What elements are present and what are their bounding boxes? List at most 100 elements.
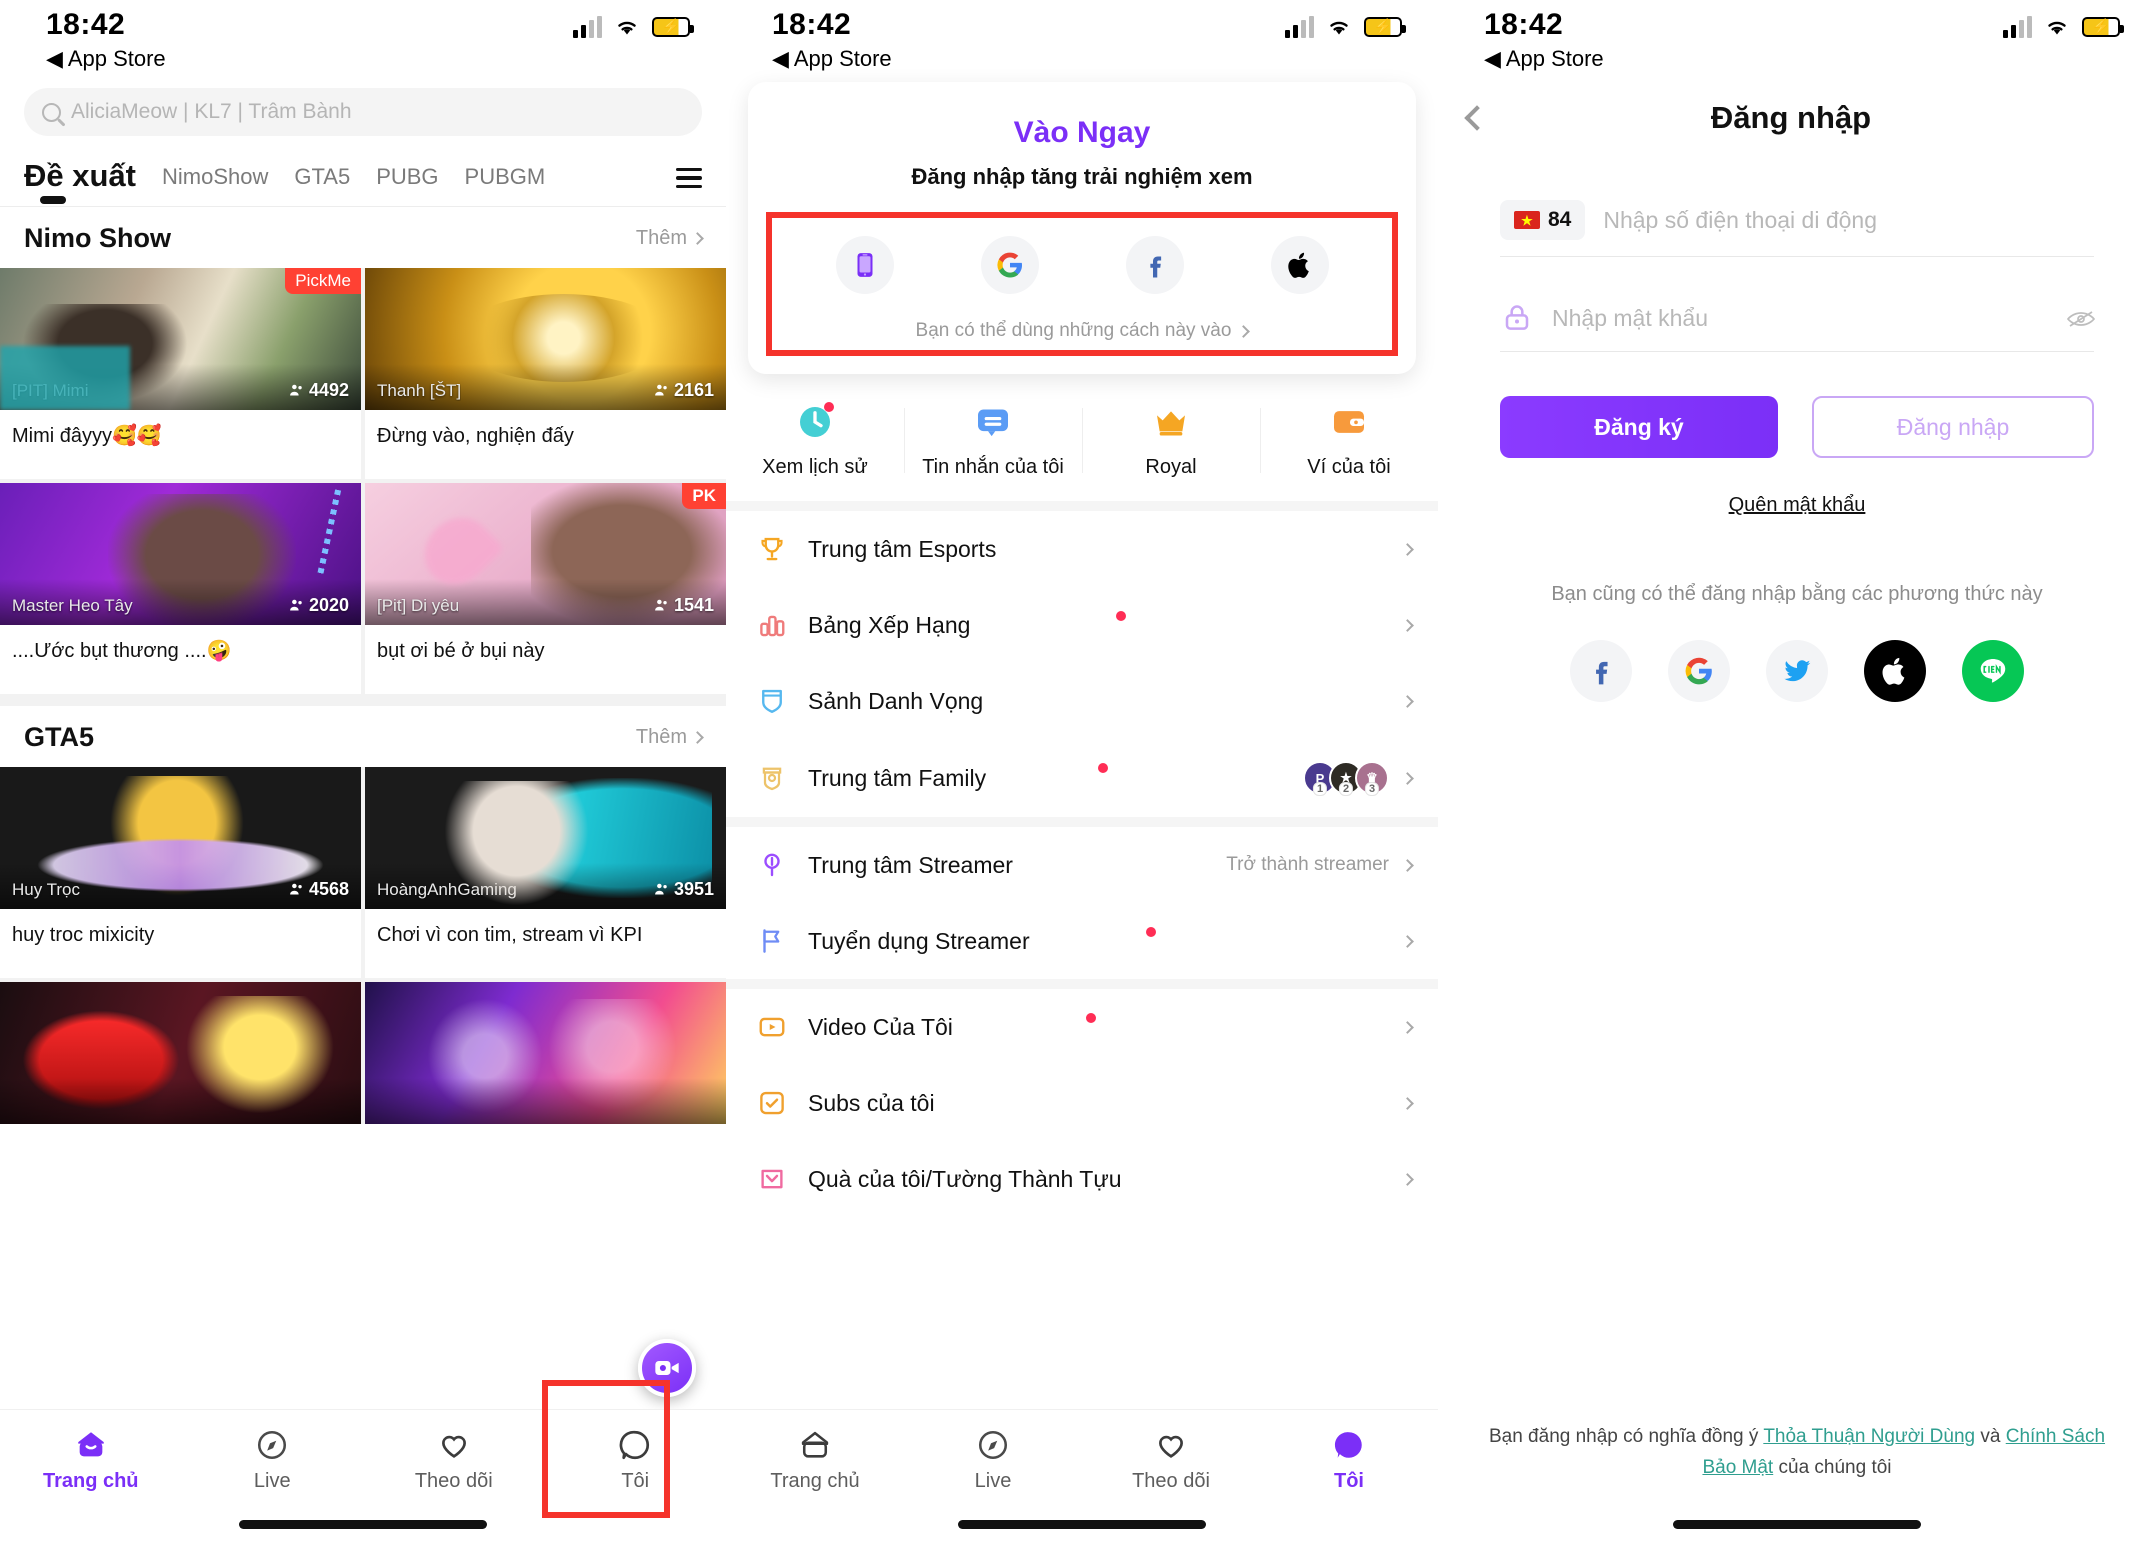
stream-card[interactable]: Master Heo Tây 2020 ....Ước bụt thương .… (0, 483, 361, 694)
menu-item-trung-tam-streamer[interactable]: Trung tâm Streamer Trở thành streamer (726, 827, 1438, 903)
section-header-gta5: GTA5 Thêm (0, 706, 726, 767)
shield-icon (756, 685, 788, 717)
nav-live[interactable]: Live (182, 1410, 364, 1510)
eye-off-icon[interactable] (2066, 309, 2096, 327)
menu-item-label: Tuyển dụng Streamer (808, 927, 1030, 954)
login-card-subtitle: Đăng nhập tăng trải nghiệm xem (911, 164, 1253, 189)
phone-field-row: ★ 84 Nhập số điện thoại di động (1500, 200, 2094, 257)
menu-item-bang-xep-hang[interactable]: Bảng Xếp Hạng (726, 587, 1438, 663)
menu-item-video-cua-toi[interactable]: Video Của Tôi (726, 989, 1438, 1065)
streamer-name: Huy Trọc (12, 880, 81, 899)
nav-toi[interactable]: Tôi (545, 1410, 727, 1510)
chevron-right-icon (1401, 1020, 1414, 1034)
message-icon (973, 402, 1013, 442)
menu-item-subs-cua-toi[interactable]: Subs của tôi (726, 1065, 1438, 1141)
mic-icon (756, 849, 788, 881)
social-login-highlight: Bạn có thể dùng những cách này vào (766, 212, 1398, 356)
menu-item-trung-tam-esports[interactable]: Trung tâm Esports (726, 511, 1438, 587)
stream-card[interactable]: Huy Trọc 4568 huy troc mixicity (0, 767, 361, 978)
menu-item-sanh-danh-vong[interactable]: Sảnh Danh Vọng (726, 663, 1438, 739)
status-indicators: ⚡ (573, 16, 694, 38)
section-more-button[interactable]: Thêm (636, 227, 704, 250)
stream-grid-gta5: Huy Trọc 4568 huy troc mixicity HoàngAnh… (0, 767, 726, 1124)
go-live-button[interactable] (638, 1339, 696, 1397)
stream-card[interactable] (0, 982, 361, 1124)
quick-action-vi[interactable]: Ví của tôi (1260, 402, 1438, 479)
stream-thumbnail: PickMe [PIT] Mimi 4492 (0, 268, 361, 410)
screenshot-stage: 18:42 ◀ App Store ⚡ AliciaMeow | KL7 | T… (0, 0, 2156, 1547)
login-prompt-card: Vào Ngay Đăng nhập tăng trải nghiệm xem (748, 82, 1416, 374)
menu-group-1: Trung tâm Esports Bảng Xếp Hạng Sảnh Dan… (726, 511, 1438, 817)
chevron-right-icon (1401, 542, 1414, 556)
family-icon (756, 762, 788, 794)
viewer-count: 2161 (653, 380, 714, 401)
camera-live-icon (655, 1361, 679, 1375)
tab-nimoshow[interactable]: NimoShow (162, 164, 268, 204)
streamer-name: [PIT] Mimi (12, 381, 89, 400)
crown-icon (1151, 402, 1191, 442)
search-input[interactable]: AliciaMeow | KL7 | Trâm Bành (24, 88, 702, 136)
country-code-select[interactable]: ★ 84 (1500, 200, 1586, 240)
menu-item-qua-cua-toi[interactable]: Quà của tôi/Tường Thành Tựu (726, 1141, 1438, 1217)
quick-action-xem-lich-su[interactable]: Xem lịch sử (726, 402, 904, 479)
tab-pubgm[interactable]: PUBGM (465, 164, 546, 204)
terms-footer: Bạn đăng nhập có nghĩa đồng ý Thỏa Thuận… (1438, 1422, 2156, 1483)
login-facebook-button[interactable] (1570, 640, 1632, 702)
status-time: 18:42 (46, 8, 126, 41)
login-twitter-button[interactable] (1766, 640, 1828, 702)
nav-label: Theo dõi (414, 1469, 493, 1492)
streamer-name: [Pit] Di yêu (377, 596, 460, 615)
section-title: GTA5 (24, 722, 95, 752)
login-button[interactable]: Đăng nhập (1812, 396, 2094, 458)
status-back-app: ◀ App Store (46, 46, 166, 71)
tab-de-xuat[interactable]: Đề xuất (24, 158, 136, 204)
status-back-app: ◀ App Store (772, 46, 892, 71)
home-indicator (958, 1520, 1206, 1529)
compass-icon (258, 1430, 287, 1459)
stream-card[interactable]: Thanh [ŠT] 2161 Đừng vào, nghiện đấy (365, 268, 726, 479)
password-input[interactable]: Nhập mật khẩu (1552, 305, 2048, 332)
nav-trang-chu[interactable]: Trang chủ (726, 1410, 904, 1510)
menu-item-tuyen-dung-streamer[interactable]: Tuyển dụng Streamer (726, 903, 1438, 979)
home-icon (801, 1431, 829, 1458)
stream-title: huy troc mixicity (12, 924, 155, 946)
quick-action-royal[interactable]: Royal (1082, 402, 1260, 479)
section-title: Nimo Show (24, 223, 171, 253)
terms-middle: và (1975, 1426, 2006, 1448)
wifi-icon (2048, 21, 2066, 35)
wallet-icon (1329, 402, 1369, 442)
nav-theo-doi[interactable]: Theo dõi (1082, 1410, 1260, 1510)
login-header: Đăng nhập (1438, 82, 2156, 146)
forgot-password-link[interactable]: Quên mật khẩu (1500, 494, 2094, 517)
stream-card[interactable]: PK [Pit] Di yêu 1541 bụt ơi bé ở bụi này (365, 483, 726, 694)
stream-grid-nimo-show: PickMe [PIT] Mimi 4492 Mimi đâyyy🥰🥰 Than… (0, 268, 726, 694)
clock-icon (795, 402, 835, 442)
nav-trang-chu[interactable]: Trang chủ (0, 1410, 182, 1510)
tab-gta5[interactable]: GTA5 (294, 164, 350, 204)
login-line-button[interactable] (1962, 640, 2024, 702)
stream-card[interactable]: PickMe [PIT] Mimi 4492 Mimi đâyyy🥰🥰 (0, 268, 361, 479)
section-more-button[interactable]: Thêm (636, 726, 704, 749)
hamburger-icon[interactable] (676, 167, 702, 205)
status-bar: 18:42 ◀ App Store ⚡ (1438, 0, 2156, 82)
quick-action-tin-nhan[interactable]: Tin nhắn của tôi (904, 402, 1082, 479)
stream-card[interactable] (365, 982, 726, 1124)
terms-suffix: của chúng tôi (1773, 1456, 1892, 1478)
stream-thumbnail: PK [Pit] Di yêu 1541 (365, 483, 726, 625)
nav-toi[interactable]: Tôi (1260, 1410, 1438, 1510)
notification-dot (1116, 611, 1126, 621)
stream-card[interactable]: HoàngAnhGaming 3951 Chơi vì con tim, str… (365, 767, 726, 978)
phone-input[interactable]: Nhập số điện thoại di động (1603, 207, 2094, 234)
user-agreement-link[interactable]: Thỏa Thuận Người Dùng (1763, 1426, 1975, 1447)
tab-pubg[interactable]: PUBG (376, 164, 438, 204)
register-button[interactable]: Đăng ký (1500, 396, 1778, 458)
menu-item-trung-tam-family[interactable]: Trung tâm Family P1 ★ 2 ♛ 3 (726, 739, 1438, 817)
stream-thumbnail (365, 982, 726, 1124)
menu-group-2: Trung tâm Streamer Trở thành streamer Tu… (726, 827, 1438, 979)
nav-theo-doi[interactable]: Theo dõi (363, 1410, 545, 1510)
profile-icon (1334, 1431, 1362, 1458)
login-apple-button[interactable] (1864, 640, 1926, 702)
nav-live[interactable]: Live (904, 1410, 1082, 1510)
login-google-button[interactable] (1668, 640, 1730, 702)
menu-item-label: Bảng Xếp Hạng (808, 611, 971, 638)
